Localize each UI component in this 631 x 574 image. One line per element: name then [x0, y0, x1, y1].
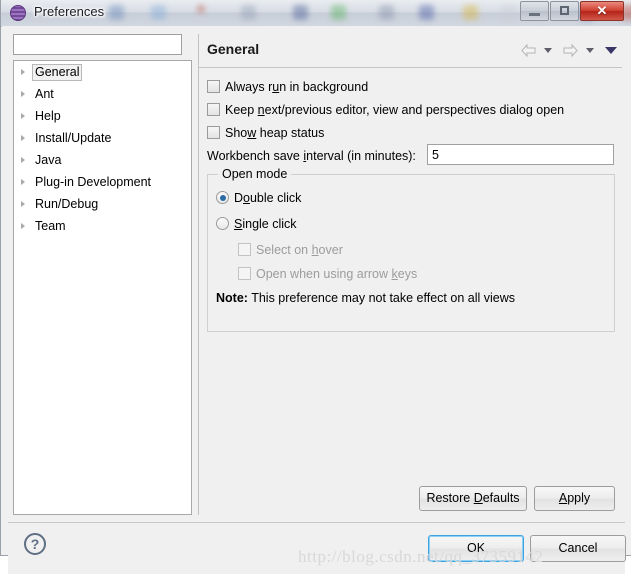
radio-single-click[interactable]: Single click — [216, 215, 297, 233]
radio-button[interactable] — [216, 217, 229, 230]
dialog-footer: ? OK Cancel — [8, 522, 626, 574]
chevron-right-icon[interactable] — [21, 179, 25, 185]
question-mark-icon[interactable]: ? — [24, 533, 46, 555]
page-header: General — [199, 34, 622, 68]
apply-button[interactable]: Apply — [534, 486, 615, 511]
checkbox-keep-editor-dialog-open[interactable]: Keep next/previous editor, view and pers… — [207, 101, 564, 119]
checkbox-label: Keep next/previous editor, view and pers… — [225, 103, 565, 117]
checkbox-select-on-hover: Select on hover — [238, 241, 343, 259]
close-button[interactable]: ✕ — [580, 1, 624, 21]
radio-double-click[interactable]: Double click — [216, 189, 301, 207]
cancel-button[interactable]: Cancel — [530, 535, 626, 562]
sidebar-item-general[interactable]: General — [14, 61, 191, 83]
restore-defaults-button[interactable]: Restore Defaults — [419, 486, 527, 511]
dialog-body: General Ant Help Install/Update Java Plu… — [2, 26, 631, 574]
checkbox-box — [238, 267, 251, 280]
sidebar-item-java[interactable]: Java — [14, 149, 191, 171]
save-interval-label: Workbench save interval (in minutes): — [207, 149, 416, 163]
open-mode-legend: Open mode — [218, 167, 292, 181]
checkbox-open-when-using-arrow-keys: Open when using arrow keys — [238, 265, 417, 283]
view-menu-chevron-down-icon[interactable] — [605, 47, 617, 54]
ok-button[interactable]: OK — [428, 535, 524, 562]
checkbox-label: Open when using arrow keys — [256, 267, 418, 281]
open-mode-group: Open mode Double click Single click Sele… — [207, 167, 615, 332]
sidebar-item-help[interactable]: Help — [14, 105, 191, 127]
chevron-down-icon[interactable] — [586, 48, 594, 53]
save-interval-input[interactable] — [427, 144, 614, 165]
radio-button[interactable] — [216, 191, 229, 204]
filter-input[interactable] — [13, 34, 182, 55]
note-text: This preference may not take effect on a… — [251, 291, 515, 305]
open-mode-note: Note: This preference may not take effec… — [216, 291, 515, 305]
preferences-tree[interactable]: General Ant Help Install/Update Java Plu… — [13, 60, 192, 515]
preferences-dialog: Preferences ✕ General Ant Help Install/U… — [0, 0, 631, 574]
chevron-right-icon[interactable] — [21, 223, 25, 229]
checkbox-box — [238, 243, 251, 256]
arrow-left-icon[interactable] — [521, 44, 536, 57]
chevron-right-icon[interactable] — [21, 157, 25, 163]
checkbox-box[interactable] — [207, 80, 220, 93]
preference-page-general: General Always run in background Keep ne… — [198, 34, 622, 515]
radio-label: Single click — [234, 217, 297, 231]
checkbox-box[interactable] — [207, 126, 220, 139]
sidebar-item-install-update[interactable]: Install/Update — [14, 127, 191, 149]
checkbox-label: Select on hover — [256, 243, 343, 257]
chevron-right-icon[interactable] — [21, 135, 25, 141]
checkbox-label: Show heap status — [225, 126, 325, 140]
sidebar-item-label: Help — [35, 109, 61, 123]
chevron-right-icon[interactable] — [21, 69, 25, 75]
page-title: General — [207, 41, 260, 57]
sidebar-item-team[interactable]: Team — [14, 215, 191, 237]
checkbox-box[interactable] — [207, 103, 220, 116]
maximize-button[interactable] — [550, 1, 579, 21]
checkbox-show-heap-status[interactable]: Show heap status — [207, 124, 324, 142]
sidebar-item-label: Ant — [35, 87, 54, 101]
sidebar-item-plug-in-development[interactable]: Plug-in Development — [14, 171, 191, 193]
chevron-right-icon[interactable] — [21, 113, 25, 119]
chevron-down-icon[interactable] — [544, 48, 552, 53]
radio-label: Double click — [234, 191, 302, 205]
arrow-right-icon[interactable] — [563, 44, 578, 57]
chevron-right-icon[interactable] — [21, 201, 25, 207]
sidebar-item-label: Team — [35, 219, 66, 233]
sidebar-item-label: Install/Update — [35, 131, 112, 145]
sidebar-item-label: Run/Debug — [35, 197, 99, 211]
sidebar-item-ant[interactable]: Ant — [14, 83, 191, 105]
checkbox-always-run-in-background[interactable]: Always run in background — [207, 78, 368, 96]
sidebar-item-label: Plug-in Development — [35, 175, 152, 189]
sidebar-item-run-debug[interactable]: Run/Debug — [14, 193, 191, 215]
checkbox-label: Always run in background — [225, 80, 369, 94]
title-bar[interactable]: Preferences ✕ — [1, 0, 631, 27]
preferences-sphere-icon — [10, 5, 26, 21]
sidebar-item-label: Java — [35, 153, 62, 167]
window-title: Preferences — [34, 4, 105, 19]
note-label: Note: — [216, 291, 248, 305]
chevron-right-icon[interactable] — [21, 91, 25, 97]
sidebar-item-label: General — [32, 64, 83, 81]
minimize-button[interactable] — [520, 1, 549, 21]
